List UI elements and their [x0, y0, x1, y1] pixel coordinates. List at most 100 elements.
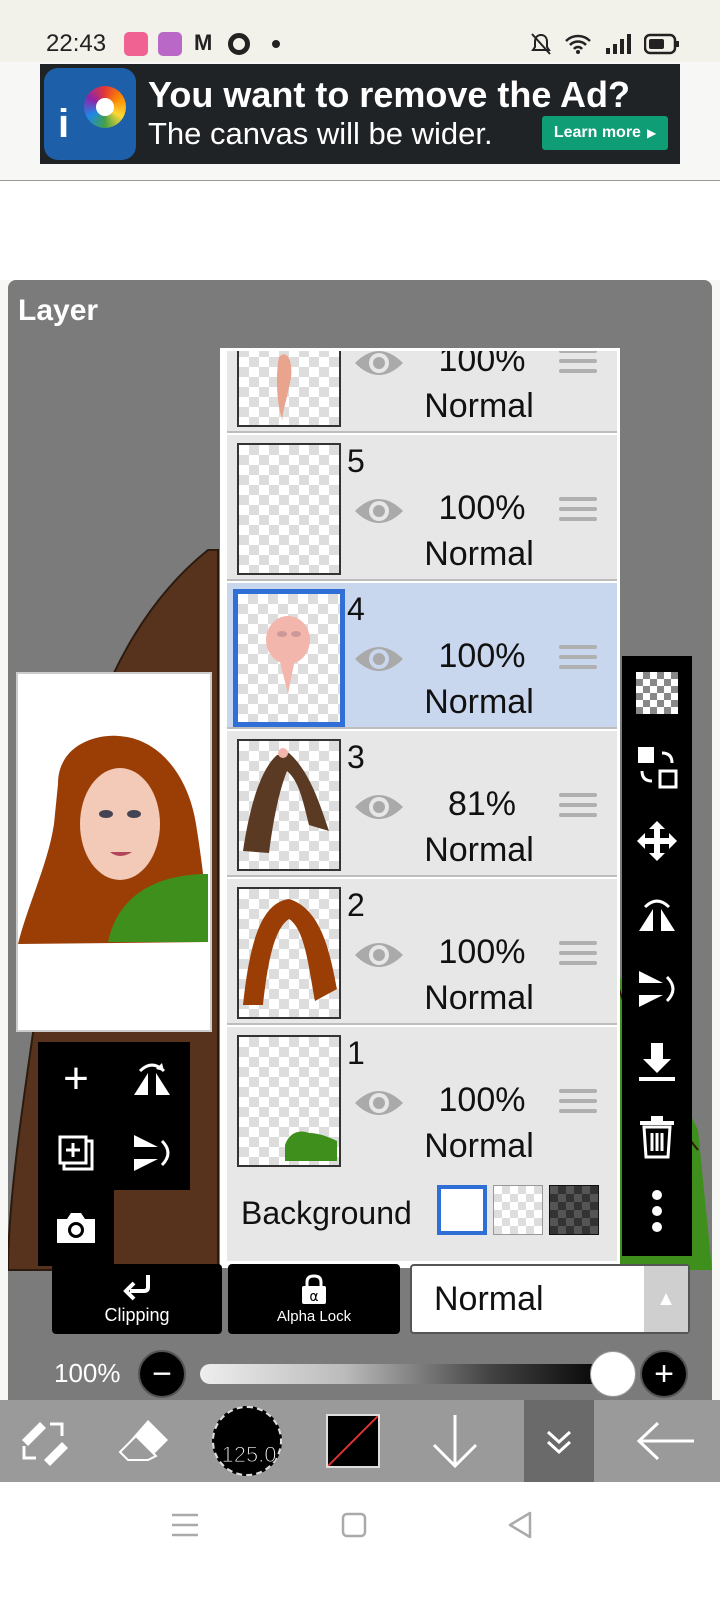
drag-handle-icon[interactable]: [559, 645, 597, 673]
drag-handle-icon[interactable]: [559, 351, 597, 377]
clipping-label: Clipping: [104, 1304, 170, 1325]
transform-tool-button[interactable]: [8, 1400, 78, 1482]
ibis-logo: i: [44, 68, 136, 160]
flip-vertical-button[interactable]: [114, 1116, 190, 1190]
layer-row-4[interactable]: 4 100% Normal: [227, 583, 617, 729]
layer-list: 100% Normal 5 100% Normal 4 100% Normal …: [220, 348, 620, 1268]
background-white-swatch[interactable]: [437, 1185, 487, 1235]
eraser-button[interactable]: [110, 1400, 180, 1482]
ad-banner[interactable]: i You want to remove the Ad? The canvas …: [40, 64, 680, 164]
layer-thumbnail: [237, 887, 341, 1019]
camera-icon: [57, 1213, 95, 1243]
panel-title: Layer: [18, 294, 99, 327]
plus-icon: +: [654, 1354, 674, 1393]
drag-handle-icon[interactable]: [559, 497, 597, 525]
merge-down-button[interactable]: [622, 1026, 692, 1100]
opacity-decrease-button[interactable]: −: [138, 1350, 186, 1398]
visibility-eye-icon[interactable]: [353, 493, 405, 529]
layer-row-5[interactable]: 5 100% Normal: [227, 435, 617, 581]
layer-thumbnail: [237, 351, 341, 427]
learn-more-button[interactable]: Learn more ▶: [542, 116, 668, 150]
layer-opacity: 100%: [438, 933, 526, 971]
signal-icon: [606, 34, 631, 54]
back-button[interactable]: [626, 1400, 706, 1482]
clipping-icon: [123, 1274, 150, 1300]
more-notifications-dot: [272, 40, 280, 48]
layer-number: 5: [347, 443, 365, 479]
visibility-eye-icon[interactable]: [353, 641, 405, 677]
recent-apps-icon[interactable]: [170, 1512, 200, 1538]
delete-layer-button[interactable]: [622, 1100, 692, 1174]
flip-h-button[interactable]: [622, 878, 692, 952]
transparency-icon: [636, 672, 678, 714]
home-icon[interactable]: [340, 1511, 368, 1539]
ad-subline: The canvas will be wider.: [148, 116, 493, 151]
layer-blend-mode: Normal: [424, 831, 534, 869]
transparency-button[interactable]: [622, 656, 692, 730]
back-icon: [636, 1421, 694, 1461]
layer-row-1[interactable]: 1 100% Normal: [227, 1027, 617, 1173]
nav-back-icon[interactable]: [506, 1510, 534, 1540]
select-transform-button[interactable]: [622, 730, 692, 804]
background-dark-swatch[interactable]: [549, 1185, 599, 1235]
brush-size-value: 125.0: [221, 1442, 277, 1468]
blend-mode-select[interactable]: Normal ▲: [410, 1264, 690, 1334]
status-time: 22:43: [46, 30, 107, 57]
bottom-toolbar: 125.0: [0, 1400, 720, 1482]
camera-button[interactable]: [38, 1190, 114, 1266]
flip-horizontal-button[interactable]: [114, 1042, 190, 1116]
layer-row-2[interactable]: 2 100% Normal: [227, 879, 617, 1025]
layer-thumbnail-art: [285, 1131, 337, 1161]
drag-handle-icon[interactable]: [559, 1089, 597, 1117]
alpha-lock-label: Alpha Lock: [276, 1307, 352, 1325]
play-arrow-icon: ▶: [646, 126, 657, 140]
visibility-eye-icon[interactable]: [353, 1085, 405, 1121]
opacity-slider-track[interactable]: [200, 1364, 612, 1384]
collapse-panel-button[interactable]: [524, 1400, 594, 1482]
layer-number: 4: [347, 591, 365, 627]
alpha-lock-button[interactable]: α Alpha Lock: [228, 1264, 400, 1334]
select-transform-icon: [638, 747, 678, 789]
wifi-icon: [565, 34, 591, 54]
svg-text:α: α: [309, 1289, 318, 1305]
drag-handle-icon[interactable]: [559, 941, 597, 969]
flip-h-icon: [639, 899, 675, 931]
right-layer-tools: [622, 656, 692, 1256]
duplicate-layer-button[interactable]: [38, 1116, 114, 1190]
layer-thumbnail: [237, 1035, 341, 1167]
color-button[interactable]: [326, 1414, 380, 1468]
layer-row-3[interactable]: 3 81% Normal: [227, 731, 617, 877]
clipping-button[interactable]: Clipping: [52, 1264, 222, 1334]
opacity-increase-button[interactable]: +: [640, 1350, 688, 1398]
layer-blend-mode: Normal: [424, 535, 534, 573]
battery-icon: [644, 33, 679, 55]
opacity-slider-knob[interactable]: [590, 1351, 636, 1397]
move-button[interactable]: [622, 804, 692, 878]
visibility-eye-icon[interactable]: [353, 937, 405, 973]
canvas-preview[interactable]: [16, 672, 212, 1032]
blend-mode-value: Normal: [434, 1280, 544, 1318]
background-transparent-swatch[interactable]: [493, 1185, 543, 1235]
layer-blend-mode: Normal: [424, 387, 534, 425]
visibility-eye-icon[interactable]: [353, 789, 405, 825]
ibis-logo-letter: i: [58, 102, 70, 146]
flip-v-button[interactable]: [622, 952, 692, 1026]
brush-size-button[interactable]: 125.0: [212, 1406, 282, 1476]
system-navigation-bar: [0, 1482, 720, 1600]
more-options-button[interactable]: [622, 1174, 692, 1248]
add-layer-button[interactable]: +: [38, 1042, 114, 1116]
layer-number: 2: [347, 887, 365, 923]
drag-handle-icon[interactable]: [559, 793, 597, 821]
mute-icon: [531, 33, 551, 55]
dropdown-arrow-icon[interactable]: ▲: [644, 1266, 688, 1332]
layer-thumbnail-art: [266, 616, 310, 694]
layer-row-6[interactable]: 100% Normal: [227, 348, 617, 433]
gmail-icon: M: [194, 30, 213, 55]
layer-thumbnail-art: [243, 899, 337, 1005]
visibility-eye-icon[interactable]: [353, 348, 405, 381]
layer-blend-mode: Normal: [424, 683, 534, 721]
layer-down-button[interactable]: [420, 1400, 490, 1482]
layer-blend-mode: Normal: [424, 979, 534, 1017]
opacity-row: 100% − +: [0, 1344, 720, 1404]
more-icon: [652, 1190, 662, 1232]
